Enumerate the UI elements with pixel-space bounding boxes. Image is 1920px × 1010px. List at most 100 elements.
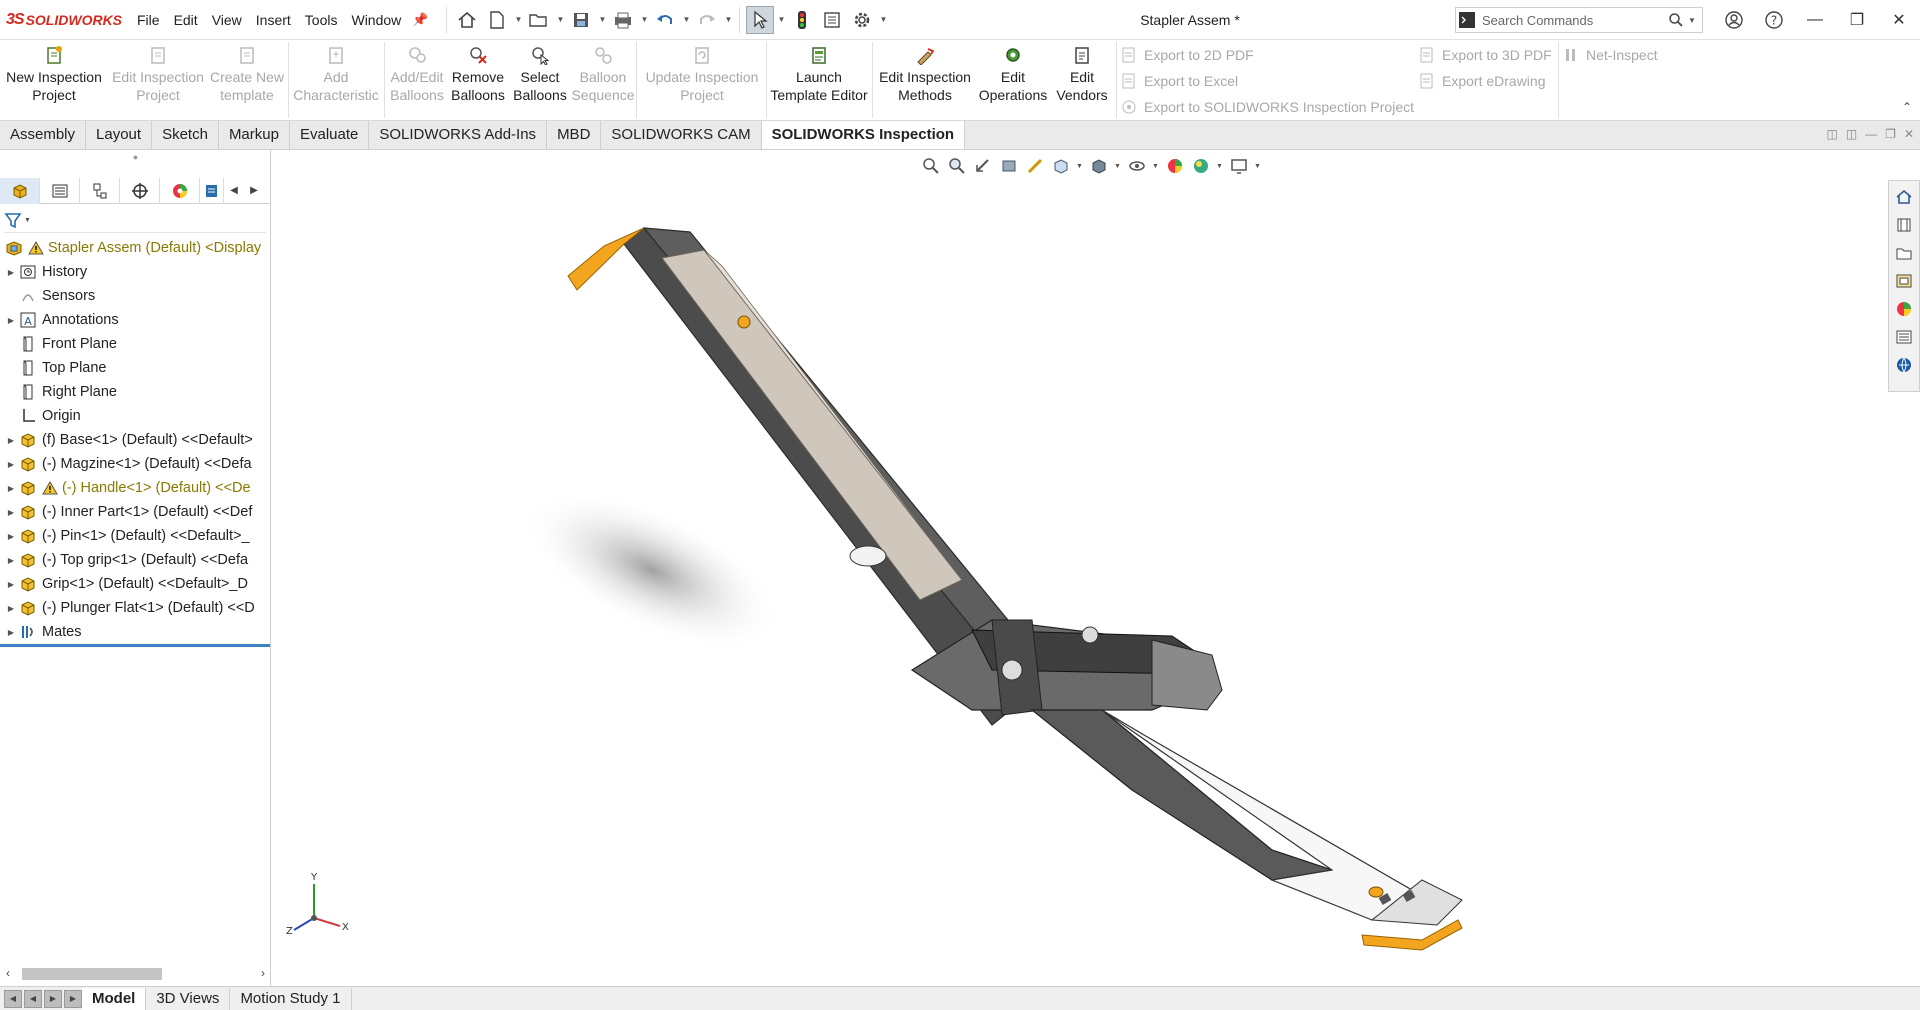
new-dropdown-icon[interactable]: ▼ xyxy=(513,15,523,24)
create-new-template-button[interactable]: Create New template xyxy=(208,44,286,104)
export-edrawing-button[interactable]: Export eDrawing xyxy=(1418,70,1546,92)
expand-icon[interactable]: ▶ xyxy=(4,484,18,493)
undo-dropdown-icon[interactable]: ▼ xyxy=(681,15,691,24)
tree-item-top-plane[interactable]: Top Plane xyxy=(0,356,271,380)
scroll-thumb[interactable] xyxy=(22,968,162,980)
tabs-scroll-right-icon[interactable]: ▶ xyxy=(244,178,264,204)
tree-filter[interactable]: ▼ xyxy=(4,209,266,233)
redo-icon[interactable] xyxy=(693,6,721,34)
dimxpert-manager-tab-icon[interactable] xyxy=(120,177,160,204)
panel-drag-handle[interactable]: ● xyxy=(0,150,271,164)
balloon-sequence-button[interactable]: Balloon Sequence xyxy=(571,44,635,104)
solidworks-logo[interactable]: 3S SOLIDWORKS xyxy=(0,0,130,40)
tree-item-component[interactable]: ▶ Grip<1> (Default) <<Default>_D xyxy=(0,572,271,596)
add-characteristic-button[interactable]: Add Characteristic xyxy=(290,44,382,104)
previous-tab-icon[interactable]: ◀ xyxy=(24,989,42,1008)
edit-inspection-project-button[interactable]: Edit Inspection Project xyxy=(108,44,208,104)
edit-vendors-button[interactable]: Edit Vendors xyxy=(1050,44,1114,104)
menu-window[interactable]: Window xyxy=(344,0,408,40)
tree-item-component[interactable]: ▶ (f) Base<1> (Default) <<Default> xyxy=(0,428,271,452)
redo-dropdown-icon[interactable]: ▼ xyxy=(723,15,733,24)
inspection-manager-tab-icon[interactable] xyxy=(200,177,224,204)
design-library-icon[interactable] xyxy=(1891,211,1917,239)
graphics-area[interactable]: ▼ ▼ ▼ ▼ ▼ Y X Z xyxy=(272,150,1920,986)
tab-layout[interactable]: Layout xyxy=(86,121,153,149)
tree-item-front-plane[interactable]: Front Plane xyxy=(0,332,271,356)
expand-icon[interactable]: ▶ xyxy=(4,316,18,325)
options-gear-icon[interactable] xyxy=(848,6,876,34)
property-manager-tab-icon[interactable] xyxy=(40,177,80,204)
tree-item-component[interactable]: ▶ (-) Plunger Flat<1> (Default) <<D xyxy=(0,596,271,620)
search-commands-box[interactable]: ▼ xyxy=(1455,7,1703,33)
expand-icon[interactable]: ▶ xyxy=(4,628,18,637)
tree-root-assembly[interactable]: Stapler Assem (Default) <Display xyxy=(0,236,271,260)
menu-edit[interactable]: Edit xyxy=(167,0,205,40)
menu-file[interactable]: File xyxy=(130,0,167,40)
tile-right-icon[interactable]: ◫ xyxy=(1846,127,1857,141)
tab-sketch[interactable]: Sketch xyxy=(152,121,219,149)
help-icon[interactable]: ? xyxy=(1754,0,1794,40)
add-edit-balloons-button[interactable]: Add/Edit Balloons xyxy=(388,44,446,104)
menu-tools[interactable]: Tools xyxy=(298,0,345,40)
net-inspect-button[interactable]: Net-Inspect xyxy=(1562,44,1658,66)
collapse-ribbon-icon[interactable]: ⌃ xyxy=(1902,100,1912,114)
tab-evaluate[interactable]: Evaluate xyxy=(290,121,370,149)
scroll-left-icon[interactable]: ‹ xyxy=(0,966,16,980)
file-explorer-icon[interactable] xyxy=(1891,239,1917,267)
new-inspection-project-button[interactable]: New Inspection Project xyxy=(6,44,102,104)
filter-icon[interactable]: ▼ xyxy=(4,212,31,230)
expand-icon[interactable]: ▶ xyxy=(4,268,18,277)
select-balloons-button[interactable]: Select Balloons xyxy=(510,44,570,104)
solidworks-resources-icon[interactable] xyxy=(1891,183,1917,211)
launch-template-editor-button[interactable]: Launch Template Editor xyxy=(768,44,870,104)
options-dropdown-icon[interactable]: ▼ xyxy=(878,15,888,24)
expand-icon[interactable]: ▶ xyxy=(4,436,18,445)
print-dropdown-icon[interactable]: ▼ xyxy=(639,15,649,24)
display-manager-tab-icon[interactable] xyxy=(160,177,200,204)
search-dropdown-icon[interactable]: ▼ xyxy=(1688,16,1702,25)
doc-close-icon[interactable]: ✕ xyxy=(1904,127,1914,141)
tab-solidworks-inspection[interactable]: SOLIDWORKS Inspection xyxy=(761,121,966,149)
undo-icon[interactable] xyxy=(651,6,679,34)
traffic-light-icon[interactable] xyxy=(788,6,816,34)
home-icon[interactable] xyxy=(453,6,481,34)
tree-item-history[interactable]: ▶ History xyxy=(0,260,271,284)
tab-motion-study-1[interactable]: Motion Study 1 xyxy=(230,987,352,1010)
expand-icon[interactable]: ▶ xyxy=(4,580,18,589)
tree-item-component[interactable]: ▶ (-) Magzine<1> (Default) <<Defa xyxy=(0,452,271,476)
tab-model[interactable]: Model xyxy=(82,987,147,1010)
minimize-window-icon[interactable]: — xyxy=(1794,0,1836,40)
appearances-icon[interactable] xyxy=(1891,295,1917,323)
tree-horizontal-scrollbar[interactable]: ‹ › xyxy=(0,962,271,984)
view-palette-icon[interactable] xyxy=(1891,267,1917,295)
custom-properties-icon[interactable] xyxy=(1891,323,1917,351)
menu-view[interactable]: View xyxy=(205,0,249,40)
save-icon[interactable] xyxy=(567,6,595,34)
open-dropdown-icon[interactable]: ▼ xyxy=(555,15,565,24)
tab-solidworks-cam[interactable]: SOLIDWORKS CAM xyxy=(601,121,762,149)
tree-item-origin[interactable]: Origin xyxy=(0,404,271,428)
expand-icon[interactable]: ▶ xyxy=(4,556,18,565)
expand-icon[interactable]: ▶ xyxy=(4,532,18,541)
export-inspection-project-button[interactable]: Export to SOLIDWORKS Inspection Project xyxy=(1120,96,1414,118)
tree-item-mates[interactable]: ▶ Mates xyxy=(0,620,271,644)
search-icon[interactable] xyxy=(1668,12,1688,28)
select-dropdown-icon[interactable]: ▼ xyxy=(776,15,786,24)
print-icon[interactable] xyxy=(609,6,637,34)
expand-icon[interactable]: ▶ xyxy=(4,460,18,469)
expand-icon[interactable]: ▶ xyxy=(4,508,18,517)
tree-item-annotations[interactable]: ▶ A Annotations xyxy=(0,308,271,332)
export-3d-pdf-button[interactable]: Export to 3D PDF xyxy=(1418,44,1552,66)
tree-item-sensors[interactable]: Sensors xyxy=(0,284,271,308)
menu-insert[interactable]: Insert xyxy=(249,0,298,40)
tree-item-right-plane[interactable]: Right Plane xyxy=(0,380,271,404)
next-tab-icon[interactable]: ▶ xyxy=(44,989,62,1008)
tile-left-icon[interactable]: ◫ xyxy=(1826,127,1837,141)
tab-markup[interactable]: Markup xyxy=(219,121,290,149)
update-inspection-project-button[interactable]: Update Inspection Project xyxy=(640,44,764,104)
pin-menu-icon[interactable]: 📌 xyxy=(412,12,428,28)
tab-solidworks-add-ins[interactable]: SOLIDWORKS Add-Ins xyxy=(369,121,548,149)
close-window-icon[interactable]: ✕ xyxy=(1878,0,1920,40)
tree-item-component[interactable]: ▶ (-) Pin<1> (Default) <<Default>_ xyxy=(0,524,271,548)
tab-assembly[interactable]: Assembly xyxy=(0,121,87,149)
